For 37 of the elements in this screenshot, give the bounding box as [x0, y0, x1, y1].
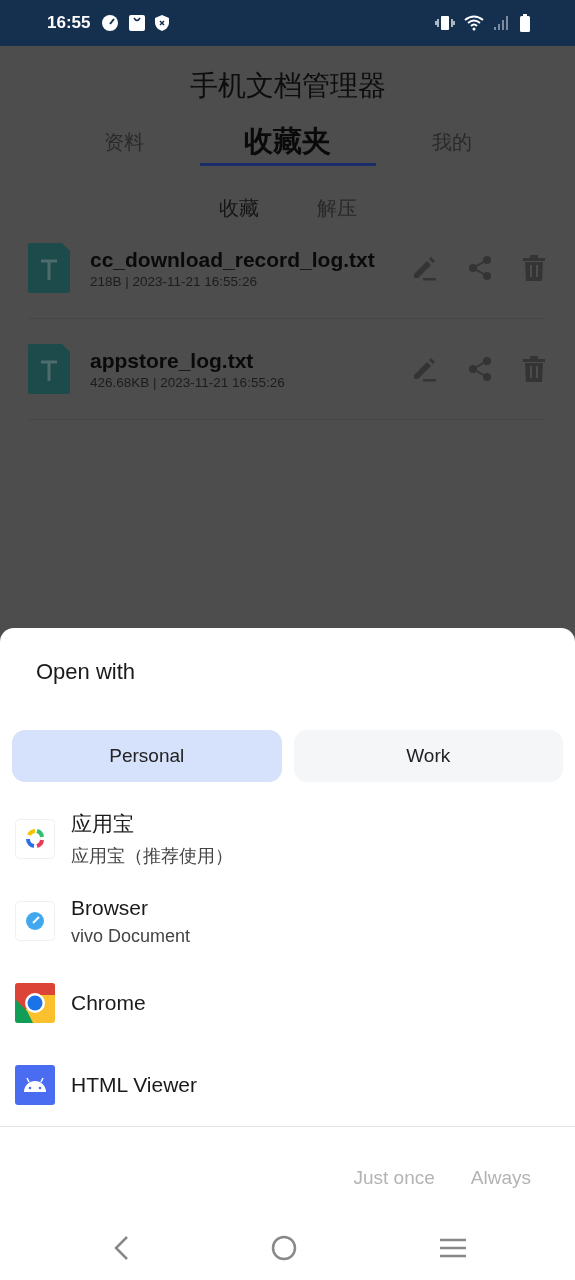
app-name[interactable]: 应用宝 — [71, 810, 233, 838]
compass-icon[interactable] — [15, 901, 55, 941]
home-icon[interactable] — [271, 1235, 297, 1261]
profile-tab[interactable]: Personal — [12, 730, 282, 782]
edit-icon[interactable] — [411, 255, 437, 281]
text-file-icon — [28, 344, 70, 394]
tab[interactable]: 收藏夹 — [199, 121, 376, 166]
app-subtitle: 应用宝（推荐使用） — [71, 845, 233, 868]
clock: 16:55 — [47, 13, 91, 33]
file-name: appstore_log.txt — [90, 348, 255, 373]
file-name: cc_download_record_log.txt — [90, 247, 376, 272]
app-name[interactable]: Browser — [71, 895, 191, 920]
share-icon[interactable] — [467, 356, 493, 382]
app-title: 手机文档管理器 — [188, 69, 387, 103]
shield-icon — [155, 15, 170, 31]
trash-icon[interactable] — [523, 255, 545, 281]
app-name[interactable]: Chrome — [71, 991, 146, 1015]
android-icon[interactable] — [15, 1065, 55, 1105]
vibrate-icon — [435, 15, 455, 31]
back-icon[interactable] — [113, 1235, 129, 1261]
subtab[interactable]: 收藏 — [218, 193, 259, 223]
gauge-icon — [101, 14, 120, 32]
edit-icon[interactable] — [411, 356, 437, 382]
wifi-icon — [464, 15, 484, 31]
signal-icon — [493, 15, 511, 31]
app-name[interactable]: HTML Viewer — [71, 1073, 198, 1097]
shopping-bag-icon — [128, 14, 147, 32]
profile-tab[interactable]: Work — [293, 730, 563, 782]
sheet-title: Open with — [35, 658, 137, 686]
menu-icon[interactable] — [439, 1237, 467, 1259]
battery-icon — [520, 14, 530, 32]
trash-icon[interactable] — [523, 356, 545, 382]
share-icon[interactable] — [467, 255, 493, 281]
app-icon[interactable] — [15, 819, 55, 859]
text-file-icon — [28, 243, 70, 293]
chrome-icon[interactable] — [15, 983, 55, 1023]
app-subtitle: vivo Document — [71, 925, 191, 947]
